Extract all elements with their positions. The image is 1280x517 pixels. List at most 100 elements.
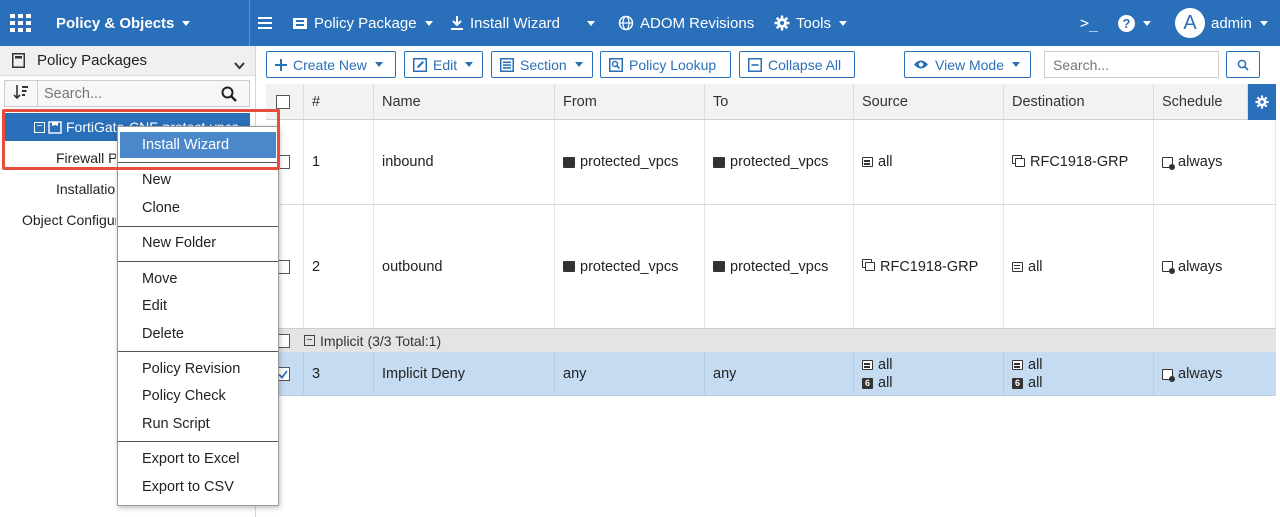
column-header-id[interactable]: # <box>304 84 374 120</box>
column-header-name[interactable]: Name <box>374 84 555 120</box>
install-dropdown-caret[interactable] <box>585 0 595 46</box>
menu-item-export-excel[interactable]: Export to Excel <box>118 446 278 472</box>
column-header-schedule[interactable]: Schedule <box>1154 84 1248 120</box>
menu-item-clone[interactable]: Clone <box>118 195 278 221</box>
context-menu: Install Wizard New Clone New Folder Move… <box>117 126 279 506</box>
cell-destination[interactable]: all 6 all <box>1004 352 1154 396</box>
address-icon <box>1012 261 1023 272</box>
section-header-implicit[interactable]: − Implicit (3/3 Total:1) <box>266 328 1276 352</box>
menu-separator <box>118 441 278 442</box>
schedule-icon <box>1162 261 1175 274</box>
cell-from[interactable]: protected_vpcs <box>555 120 705 204</box>
address-icon <box>862 360 873 370</box>
table-row[interactable]: 1 inbound protected_vpcs protected_vpcs … <box>266 120 1276 204</box>
view-mode-button[interactable]: View Mode <box>904 51 1031 78</box>
cell-source[interactable]: all <box>854 120 1004 204</box>
username: admin <box>1211 14 1252 32</box>
menu-item-edit[interactable]: Edit <box>118 293 278 319</box>
zone-icon <box>563 156 575 168</box>
cell-from[interactable]: any <box>555 352 705 396</box>
menu-item-new-folder[interactable]: New Folder <box>118 230 278 256</box>
menu-item-export-csv[interactable]: Export to CSV <box>118 474 278 500</box>
cell-name[interactable]: outbound <box>374 205 555 328</box>
select-all-checkbox[interactable] <box>276 94 290 109</box>
app-grid-icon[interactable] <box>10 0 32 46</box>
tree-search-input[interactable] <box>44 85 214 102</box>
header-select-all[interactable] <box>266 84 304 120</box>
search-divider <box>37 80 38 107</box>
tree-item-installation-targets[interactable]: Installation Targets <box>56 175 116 203</box>
policy-search-button[interactable] <box>1226 51 1260 78</box>
table-row-selected[interactable]: 3 Implicit Deny any any all 6 all all 6 al… <box>266 352 1276 396</box>
address-icon <box>862 157 873 167</box>
section-collapse-icon[interactable]: − <box>304 335 315 346</box>
menu-item-move[interactable]: Move <box>118 266 278 292</box>
cell-schedule[interactable]: always <box>1154 205 1276 328</box>
sort-icon[interactable] <box>13 84 29 103</box>
book-icon <box>12 53 25 68</box>
address-group-icon <box>865 262 875 271</box>
help-menu[interactable]: ? <box>1118 0 1151 46</box>
ipv6-address-icon: 6 <box>1012 377 1023 389</box>
menu-install-wizard[interactable]: Install Wizard <box>450 0 560 46</box>
menu-item-delete[interactable]: Delete <box>118 321 278 347</box>
address-icon <box>1012 360 1023 370</box>
tree-item-label: Installation Targets <box>56 181 116 197</box>
column-header-from[interactable]: From <box>555 84 705 120</box>
topbar-divider <box>249 0 250 46</box>
cell-name[interactable]: Implicit Deny <box>374 352 555 396</box>
policy-search-input[interactable] <box>1044 51 1219 78</box>
user-menu[interactable]: A admin <box>1175 0 1268 46</box>
collapse-icon <box>748 57 762 72</box>
cell-name[interactable]: inbound <box>374 120 555 204</box>
cell-to[interactable]: any <box>705 352 854 396</box>
tree-search-box <box>4 80 250 107</box>
cell-to[interactable]: protected_vpcs <box>705 205 854 328</box>
cell-schedule[interactable]: always <box>1154 120 1276 204</box>
cell-from[interactable]: protected_vpcs <box>555 205 705 328</box>
cli-console-icon[interactable]: >_ <box>1080 0 1098 46</box>
cell-schedule[interactable]: always <box>1154 352 1276 396</box>
menu-item-new[interactable]: New <box>118 167 278 193</box>
menu-item-install-wizard[interactable]: Install Wizard <box>120 132 276 158</box>
search-icon[interactable] <box>221 86 237 105</box>
menu-policy-package[interactable]: Policy Package <box>292 0 433 46</box>
gear-icon <box>774 15 790 31</box>
menu-separator <box>118 226 278 227</box>
column-header-destination[interactable]: Destination <box>1004 84 1154 120</box>
policy-packages-header[interactable]: Policy Packages <box>0 46 255 76</box>
column-settings-button[interactable] <box>1248 84 1276 120</box>
globe-icon <box>618 15 634 31</box>
schedule-icon <box>1162 368 1175 382</box>
hamburger-icon[interactable] <box>258 0 272 46</box>
tree-item-label: Firewall Policy <box>56 150 116 166</box>
cell-source[interactable]: all 6 all <box>854 352 1004 396</box>
menu-tools[interactable]: Tools <box>774 0 848 46</box>
tree-item-firewall-policy[interactable]: Firewall Policy <box>56 144 116 172</box>
table-row[interactable]: 2 outbound protected_vpcs protected_vpcs… <box>266 205 1276 328</box>
menu-item-policy-check[interactable]: Policy Check <box>118 383 278 409</box>
menu-separator <box>118 351 278 352</box>
schedule-icon <box>1162 156 1175 170</box>
menu-item-policy-revision[interactable]: Policy Revision <box>118 356 278 382</box>
cell-to[interactable]: protected_vpcs <box>705 120 854 204</box>
column-header-source[interactable]: Source <box>854 84 1004 120</box>
edit-icon <box>413 57 427 72</box>
menu-adom-revisions[interactable]: ADOM Revisions <box>618 0 754 46</box>
section-button[interactable]: Section <box>491 51 593 78</box>
cell-destination[interactable]: all <box>1004 205 1154 328</box>
tree-item-object-configurations[interactable]: Object Configurations <box>10 206 116 234</box>
zone-icon <box>713 156 725 168</box>
collapse-all-button[interactable]: Collapse All <box>739 51 855 78</box>
policy-lookup-button[interactable]: Policy Lookup <box>600 51 731 78</box>
chevron-down-icon[interactable] <box>234 57 245 73</box>
column-header-to[interactable]: To <box>705 84 854 120</box>
collapse-toggle-icon[interactable]: − <box>34 121 45 133</box>
cell-destination[interactable]: RFC1918-GRP <box>1004 120 1154 204</box>
module-selector[interactable]: Policy & Objects <box>56 0 191 46</box>
address-group-icon <box>1015 157 1025 167</box>
create-new-button[interactable]: Create New <box>266 51 396 78</box>
menu-item-run-script[interactable]: Run Script <box>118 411 278 437</box>
edit-button[interactable]: Edit <box>404 51 483 78</box>
cell-source[interactable]: RFC1918-GRP <box>854 205 1004 328</box>
